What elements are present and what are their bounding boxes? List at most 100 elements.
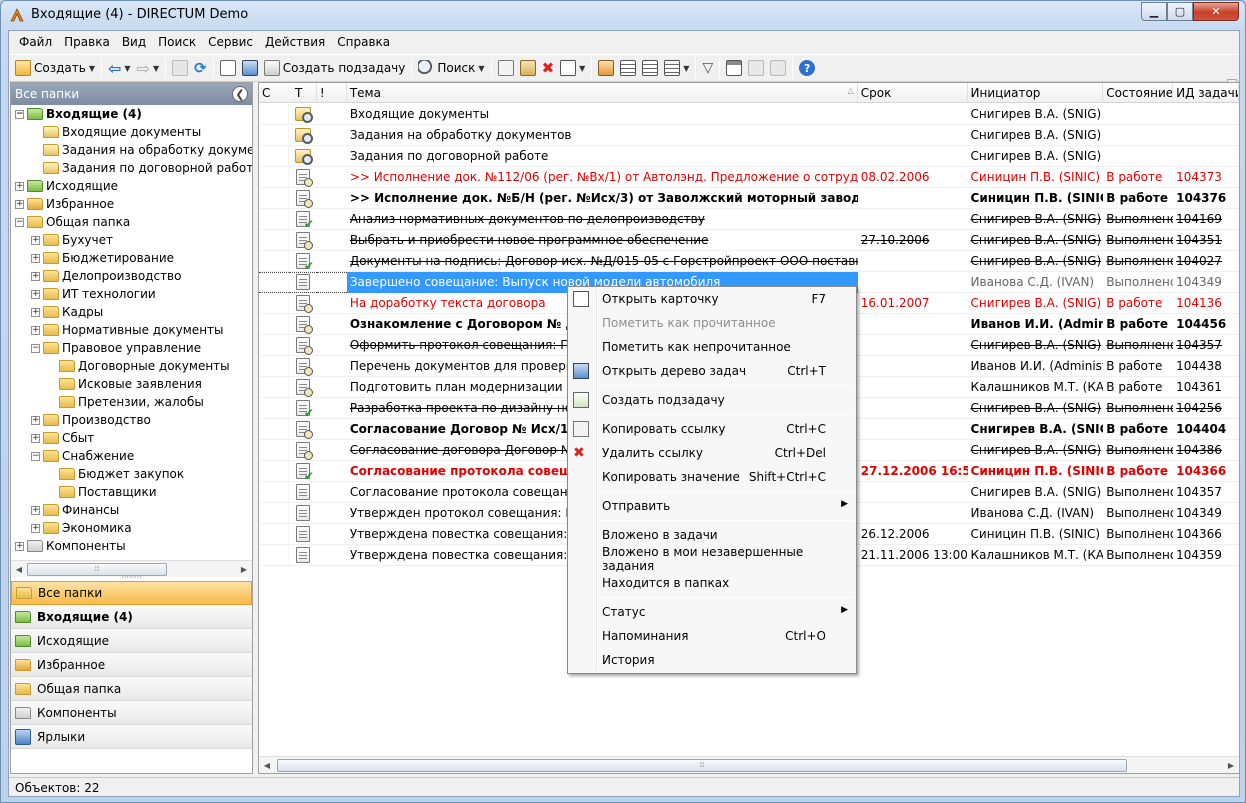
tree-node[interactable]: + ИТ технологии: [11, 285, 252, 303]
expand-icon[interactable]: +: [31, 523, 40, 533]
view-mode-button[interactable]: ▼: [558, 57, 587, 79]
tree-node[interactable]: + Финансы: [11, 501, 252, 519]
tree-node[interactable]: Договорные документы: [11, 357, 252, 375]
filter-button[interactable]: ▽: [700, 57, 715, 79]
tree-node[interactable]: + Избранное: [11, 195, 252, 213]
expand-icon[interactable]: +: [31, 325, 40, 335]
context-menu-item[interactable]: История: [568, 648, 856, 672]
columns-button[interactable]: ▼: [662, 57, 691, 79]
menu-file[interactable]: Файл: [13, 35, 58, 49]
table-row[interactable]: ✔ Документы на подпись: Договор исх. №Д/0…: [259, 250, 1239, 272]
expand-icon[interactable]: +: [31, 235, 40, 245]
tree-node[interactable]: + Экономика: [11, 519, 252, 537]
context-menu-item[interactable]: Отправить ▶: [568, 494, 856, 518]
tree-node[interactable]: − Снабжение: [11, 447, 252, 465]
col-header-id[interactable]: ИД задачи: [1173, 83, 1239, 103]
nav-item[interactable]: Исходящие: [11, 629, 252, 653]
expand-icon[interactable]: +: [31, 253, 40, 263]
context-menu-item[interactable]: Копировать значение Shift+Ctrl+C: [568, 465, 856, 489]
context-menu-item[interactable]: Вложено в задачи: [568, 523, 856, 547]
table-row[interactable]: >> Исполнение док. №Б/Н (рег. №Исх/3) от…: [259, 187, 1239, 209]
tree-node[interactable]: + Исходящие: [11, 177, 252, 195]
delete-link-button[interactable]: ✖: [540, 57, 557, 79]
nav-item[interactable]: Все папки: [11, 581, 252, 605]
refresh-button[interactable]: ⟳: [192, 57, 209, 79]
menu-service[interactable]: Сервис: [202, 35, 259, 49]
context-menu-item[interactable]: Напоминания Ctrl+O: [568, 624, 856, 648]
context-menu-item[interactable]: Вложено в мои незавершенные задания: [568, 545, 856, 573]
tree-node[interactable]: Исковые заявления: [11, 375, 252, 393]
maximize-button[interactable]: ▢: [1167, 2, 1193, 21]
col-header-t[interactable]: Т: [289, 83, 317, 103]
menu-edit[interactable]: Правка: [58, 35, 116, 49]
expand-icon[interactable]: +: [31, 271, 40, 281]
expand-icon[interactable]: +: [31, 307, 40, 317]
scroll-track[interactable]: ⦙⦙⦙: [275, 758, 1223, 773]
close-button[interactable]: ✕: [1193, 2, 1239, 21]
context-menu-item[interactable]: Создать подзадачу: [568, 388, 856, 412]
nav-item[interactable]: Ярлыки: [11, 725, 252, 749]
expand-icon[interactable]: +: [31, 289, 40, 299]
tree-node[interactable]: Поставщики: [11, 483, 252, 501]
collapse-icon[interactable]: −: [15, 109, 24, 119]
menu-search[interactable]: Поиск: [152, 35, 202, 49]
tree-node[interactable]: + Сбыт: [11, 429, 252, 447]
tree-node[interactable]: Задания на обработку документов: [11, 141, 252, 159]
tree-node[interactable]: + Делопроизводство: [11, 267, 252, 285]
tree-node[interactable]: − Общая папка: [11, 213, 252, 231]
expand-icon[interactable]: +: [31, 433, 40, 443]
col-header-subject[interactable]: Тема △: [347, 83, 858, 103]
list-view-button[interactable]: [640, 57, 660, 79]
tree-node[interactable]: Бюджет закупок: [11, 465, 252, 483]
nav-item[interactable]: Общая папка: [11, 677, 252, 701]
minimize-button[interactable]: ▁: [1141, 2, 1167, 21]
table-row[interactable]: Задания на обработку документов Снигирев …: [259, 124, 1239, 146]
nav-item[interactable]: Избранное: [11, 653, 252, 677]
nav-item[interactable]: Компоненты: [11, 701, 252, 725]
create-button[interactable]: Создать ▼: [13, 57, 97, 79]
expand-icon[interactable]: +: [31, 505, 40, 515]
table-row[interactable]: Входящие документы Снигирев В.А. (SNIG): [259, 103, 1239, 125]
task-tree-button[interactable]: [240, 57, 260, 79]
paste-button[interactable]: [518, 57, 538, 79]
create-subtask-button[interactable]: Создать подзадачу: [262, 57, 408, 79]
col-header-due[interactable]: Срок: [858, 83, 968, 103]
menu-view[interactable]: Вид: [116, 35, 152, 49]
scroll-thumb[interactable]: ⦙⦙⦙: [277, 758, 1127, 772]
context-menu-item[interactable]: ✖ Удалить ссылку Ctrl+Del: [568, 441, 856, 465]
tree-node[interactable]: + Бухучет: [11, 231, 252, 249]
title-bar[interactable]: Входящие (4) - DIRECTUM Demo ▁ ▢ ✕: [1, 1, 1245, 29]
properties-button[interactable]: [596, 57, 616, 79]
preview-button[interactable]: [724, 57, 744, 79]
tree-node[interactable]: − Входящие (4): [11, 105, 252, 123]
context-menu-item[interactable]: Находится в папках: [568, 571, 856, 595]
context-menu-item[interactable]: Пометить как непрочитанное: [568, 335, 856, 359]
forward-button[interactable]: ⇨ ▼: [135, 57, 162, 79]
scroll-right-icon[interactable]: ▶: [1223, 757, 1239, 773]
expand-icon[interactable]: +: [15, 541, 24, 551]
collapse-icon[interactable]: −: [31, 451, 40, 461]
col-header-state[interactable]: Состояние: [1103, 83, 1174, 103]
tree-node[interactable]: − Правовое управление: [11, 339, 252, 357]
tree-node[interactable]: Задания по договорной работе: [11, 159, 252, 177]
col-header-s[interactable]: С: [259, 83, 289, 103]
tree-node[interactable]: + Кадры: [11, 303, 252, 321]
scroll-right-icon[interactable]: ▶: [236, 561, 252, 577]
tree-node[interactable]: Входящие документы: [11, 123, 252, 141]
tree-node[interactable]: + Бюджетирование: [11, 249, 252, 267]
expand-icon[interactable]: +: [15, 199, 24, 209]
scroll-thumb[interactable]: ⦙⦙⦙: [27, 562, 167, 576]
collapse-icon[interactable]: −: [31, 343, 40, 353]
col-header-initiator[interactable]: Инициатор: [968, 83, 1104, 103]
collapse-sidebar-icon[interactable]: ❮: [232, 86, 248, 102]
grid-hscrollbar[interactable]: ◀ ⦙⦙⦙ ▶: [259, 756, 1239, 773]
expand-icon[interactable]: +: [31, 415, 40, 425]
table-row[interactable]: Выбрать и приобрести новое программное о…: [259, 229, 1239, 251]
tree-node[interactable]: + Производство: [11, 411, 252, 429]
context-menu-item[interactable]: Открыть карточку F7: [568, 287, 856, 311]
copy-button[interactable]: [496, 57, 516, 79]
col-header-importance[interactable]: !: [317, 83, 347, 103]
table-row[interactable]: Задания по договорной работе Снигирев В.А…: [259, 145, 1239, 167]
nav-item[interactable]: Входящие (4): [11, 605, 252, 629]
context-menu-item[interactable]: Копировать ссылку Ctrl+C: [568, 417, 856, 441]
